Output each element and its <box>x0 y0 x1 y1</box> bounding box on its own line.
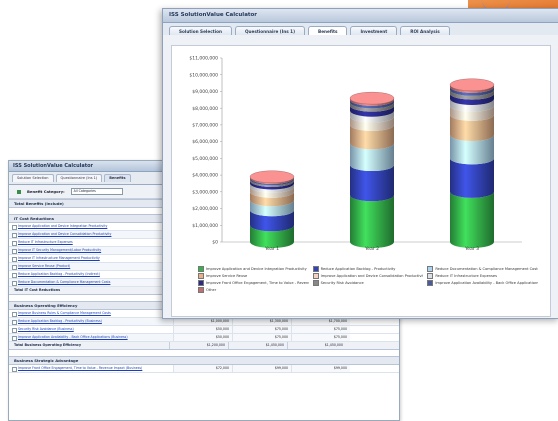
legend-item: Improve Application and Device Integrati… <box>198 266 309 272</box>
y-tick-label: $0 <box>212 240 218 246</box>
y-tick-label: $6,000,000 <box>192 139 218 145</box>
section-total-row: Total Business Operating Efficiency $1,2… <box>9 342 399 350</box>
y-tick-label: $5,000,000 <box>192 156 218 162</box>
front-window-title: ISS SolutionValue Calculator <box>163 9 558 23</box>
legend-swatch <box>198 280 204 286</box>
row-label-link[interactable]: Improve IT Security Management/Labor Pro… <box>9 247 173 254</box>
total-year3: $1,450,000 <box>287 342 346 349</box>
row-year1: $50,000 <box>173 326 232 333</box>
legend-item: Security Risk Avoidance <box>312 280 424 286</box>
row-label-link[interactable]: Improve Business Rules & Compliance Mana… <box>9 310 173 317</box>
y-tick-label: $10,000,000 <box>189 72 218 78</box>
row-year3: $75,000 <box>291 334 350 341</box>
legend-item: Reduce IT Infrastructure Expenses <box>427 273 538 279</box>
legend-item: Reduce Documentation & Compliance Manage… <box>427 266 538 272</box>
legend-swatch <box>198 273 204 279</box>
row-label-link[interactable]: Improve Application and Device Consolida… <box>9 231 173 238</box>
x-tick-label: Year 3 <box>464 246 479 252</box>
row-label-link[interactable]: Reduce Documentation & Compliance Manage… <box>9 279 173 286</box>
legend-item: Other <box>198 287 309 293</box>
legend-item: Improve Application Availability - Back … <box>427 280 538 286</box>
y-tick-label: $3,000,000 <box>192 189 218 195</box>
row-label-link[interactable]: Reduce Application Backlog - Productivit… <box>9 318 173 325</box>
y-tick-label: $7,000,000 <box>192 123 218 129</box>
bar-top-cap <box>249 170 295 183</box>
y-tick-label: $4,000,000 <box>192 173 218 179</box>
total-label: Total IT Cost Reductions <box>14 288 61 292</box>
row-label-link[interactable]: Security Risk Avoidance (Business) <box>9 326 173 333</box>
row-year2: $75,000 <box>232 326 291 333</box>
row-label-link[interactable]: Reduce Application Backlog - Productivit… <box>9 271 173 278</box>
row-year2: $75,000 <box>232 334 291 341</box>
chart-legend: Improve Application and Device Integrati… <box>198 266 538 293</box>
legend-swatch <box>198 287 204 293</box>
benefit-category-select[interactable]: All Categories <box>70 188 123 195</box>
row-year3: $99,000 <box>291 365 350 372</box>
front-window-body: $0 $1,000,000 $2,000,000 $3,000,000 $4,000,0… <box>163 35 558 318</box>
legend-swatch <box>312 266 319 272</box>
legend-label: Improve Front Office Engagement, Time to… <box>206 281 309 285</box>
bar-segment <box>350 195 394 248</box>
y-tick-label: $1,000,000 <box>192 223 218 229</box>
legend-label: Security Risk Avoidance <box>320 281 364 285</box>
row-label-link[interactable]: Improve Front Office Engagement, Time to… <box>9 365 173 372</box>
row-label-link[interactable]: Improve Application Availability - Back … <box>9 334 173 341</box>
legend-item: Improve Service Reuse <box>198 273 309 279</box>
table-row[interactable]: Reduce Application Backlog - Productivit… <box>9 318 399 326</box>
total-year2: $1,450,000 <box>228 342 287 349</box>
front-window: ISS SolutionValue Calculator Solution Se… <box>162 8 558 319</box>
legend-swatch <box>312 273 319 279</box>
back-tab-solution-selection[interactable]: Solution Selection <box>12 174 54 182</box>
benefits-chart-panel: $0 $1,000,000 $2,000,000 $3,000,000 $4,000,0… <box>171 45 551 317</box>
row-year3: $75,000 <box>291 326 350 333</box>
legend-swatch <box>427 266 434 272</box>
back-tab-benefits[interactable]: Benefits <box>104 174 131 182</box>
row-year2: $1,300,000 <box>232 318 291 325</box>
legend-label: Reduce Application Backlog - Productivit… <box>320 267 396 271</box>
row-label-link[interactable]: Improve IT Infrastructure Management Pro… <box>9 255 173 262</box>
legend-item: Improve Front Office Engagement, Time to… <box>198 280 309 286</box>
back-tab-questionnaire[interactable]: Questionnaire (Ins 1) <box>55 174 103 182</box>
legend-label: Improve Application and Device Integrati… <box>206 267 307 271</box>
legend-label: Other <box>206 288 217 292</box>
total-label: Total Business Operating Efficiency <box>14 343 82 347</box>
row-year3: $1,700,000 <box>291 318 350 325</box>
row-label-link[interactable]: Improve Application and Device Integrati… <box>9 223 173 230</box>
x-tick-label: Year 2 <box>364 246 379 252</box>
bar-top-cap <box>349 91 395 105</box>
legend-item: Improve Application and Device Consolida… <box>312 273 424 279</box>
y-tick-label: $2,000,000 <box>192 206 218 212</box>
row-year1: $1,000,000 <box>173 318 232 325</box>
legend-item: Reduce Application Backlog - Productivit… <box>312 266 424 272</box>
row-year1: $72,000 <box>173 365 232 372</box>
bar-segment <box>450 191 494 248</box>
row-label-link[interactable]: Improve Service Reuse (Product) <box>9 263 173 270</box>
table-row[interactable]: Security Risk Avoidance (Business) $50,0… <box>9 326 399 334</box>
legend-label: Reduce Documentation & Compliance Manage… <box>435 267 538 271</box>
table-row[interactable]: Improve Front Office Engagement, Time to… <box>9 365 399 373</box>
legend-swatch <box>312 280 319 286</box>
x-tick-label: Year 1 <box>264 246 279 252</box>
table-row[interactable]: Improve Application Availability - Back … <box>9 334 399 342</box>
row-year2: $99,000 <box>232 365 291 372</box>
benefits-stacked-cylinder-chart: $0 $1,000,000 $2,000,000 $3,000,000 $4,000,0… <box>189 56 522 252</box>
legend-swatch <box>427 280 434 286</box>
total-year1: $1,200,000 <box>169 342 228 349</box>
bar-top-cap <box>449 78 495 91</box>
y-tick-label: $9,000,000 <box>192 89 218 95</box>
legend-swatch <box>427 273 434 279</box>
legend-label: Improve Service Reuse <box>206 274 248 278</box>
y-tick-label: $8,000,000 <box>192 106 218 112</box>
legend-label: Reduce IT Infrastructure Expenses <box>435 274 498 278</box>
section-title: Business Strategic Advantage <box>9 356 399 365</box>
filter-label: Benefit Category: <box>27 189 65 194</box>
y-tick-label: $11,000,000 <box>189 56 218 62</box>
legend-swatch <box>198 266 204 272</box>
filter-checkbox[interactable] <box>17 189 21 194</box>
legend-label: Improve Application and Device Consolida… <box>320 274 424 278</box>
row-label-link[interactable]: Reduce IT Infrastructure Expenses <box>9 239 173 246</box>
row-year1: $50,000 <box>173 334 232 341</box>
legend-label: Improve Application Availability - Back … <box>435 281 538 285</box>
